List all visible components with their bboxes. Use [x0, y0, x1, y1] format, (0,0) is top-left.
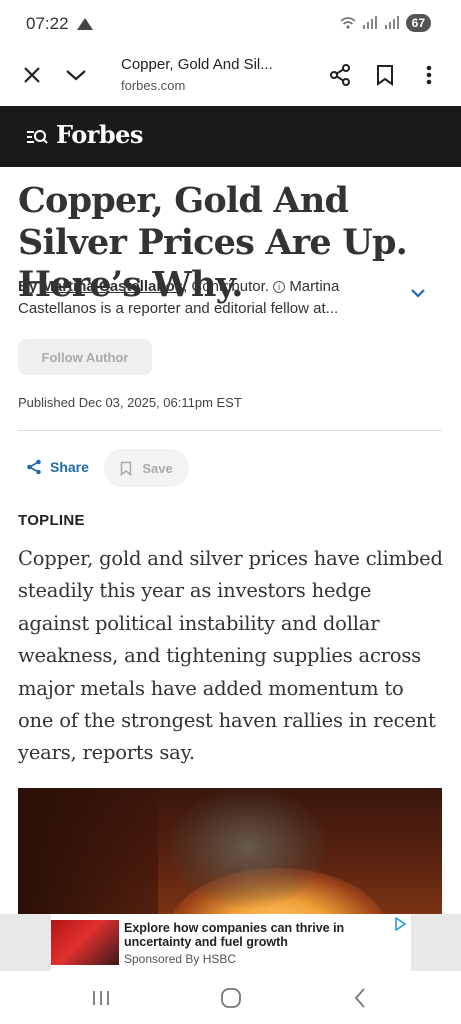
divider — [18, 430, 442, 431]
forbes-logo[interactable]: Forbes — [56, 120, 143, 149]
smoke — [168, 788, 328, 908]
save-label: Save — [142, 460, 173, 476]
ad-sponsor: Sponsored By HSBC — [124, 952, 237, 966]
author-link[interactable]: Martina Castellanos — [41, 278, 183, 295]
ad-card[interactable]: Explore how companies can thrive in unce… — [51, 914, 411, 971]
site-header: Forbes — [0, 106, 461, 167]
page-domain[interactable]: forbes.com — [121, 78, 185, 93]
status-icons: 67 — [340, 14, 431, 32]
menu-search-button[interactable] — [26, 126, 48, 148]
ad-banner: Explore how companies can thrive in unce… — [0, 914, 461, 971]
share-icon — [330, 64, 350, 86]
home-icon[interactable] — [218, 985, 244, 1011]
topline-paragraph: Copper, gold and silver prices have clim… — [18, 547, 443, 765]
page-title[interactable]: Copper, Gold And Sil... — [121, 56, 273, 73]
menu-search-icon — [27, 130, 48, 144]
more-options-button[interactable] — [414, 60, 444, 90]
byline-prefix: By — [18, 278, 38, 295]
bookmark-icon — [121, 461, 132, 476]
published-date: Published Dec 03, 2025, 06:11pm EST — [18, 395, 242, 410]
browser-toolbar: Copper, Gold And Sil... forbes.com — [0, 50, 461, 106]
collapse-button[interactable] — [61, 60, 91, 90]
status-time: 07:22 — [26, 14, 69, 33]
section-label: TOPLINE — [18, 512, 85, 529]
signal-icon-2 — [384, 16, 399, 29]
wifi-icon — [340, 17, 356, 29]
share-icon — [27, 459, 41, 475]
author-role: , Contributor. — [183, 278, 269, 295]
battery-indicator: 67 — [405, 14, 431, 32]
ad-title: Explore how companies can thrive in unce… — [124, 921, 345, 949]
more-vert-icon — [426, 65, 432, 85]
adchoices-icon[interactable] — [393, 917, 407, 931]
bookmark-icon — [377, 65, 393, 86]
signal-icon — [362, 16, 377, 29]
info-icon: i — [273, 281, 286, 293]
follow-author-button[interactable]: Follow Author — [18, 339, 152, 375]
bookmark-button[interactable] — [370, 60, 400, 90]
notification-icon — [77, 18, 93, 30]
share-label: Share — [50, 459, 89, 475]
recents-icon[interactable] — [88, 985, 114, 1011]
status-bar: 07:22 67 — [0, 0, 461, 50]
ad-thumbnail — [51, 920, 119, 965]
share-button[interactable] — [325, 60, 355, 90]
back-icon[interactable] — [348, 985, 374, 1011]
system-nav-bar — [0, 971, 461, 1024]
share-article-button[interactable]: Share — [26, 455, 89, 479]
chevron-down-icon — [66, 70, 86, 81]
chevron-down-icon — [411, 289, 425, 298]
save-article-button[interactable]: Save — [104, 449, 189, 487]
close-button[interactable] — [17, 60, 47, 90]
expand-bio-button[interactable] — [410, 286, 432, 308]
close-icon — [24, 67, 40, 83]
byline: By Martina Castellanos, Contributor. i M… — [18, 276, 408, 320]
